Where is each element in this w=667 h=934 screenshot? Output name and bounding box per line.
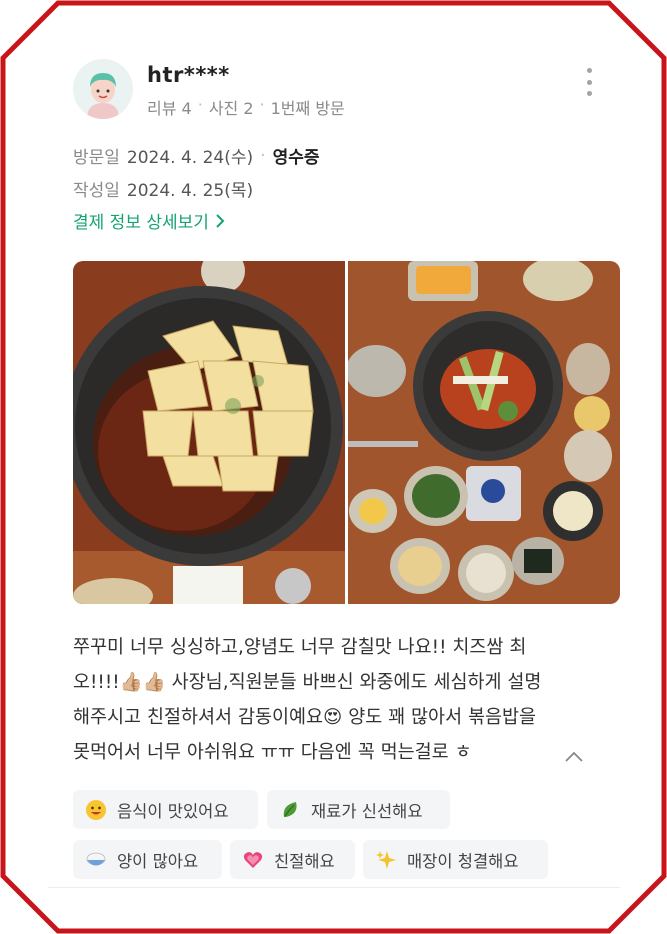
reviewer-name[interactable]: htr****: [147, 63, 230, 87]
review-line: 오!!!!👍🏼👍🏼 사장님,직원분들 바쁘신 와중에도 세심하게 설명: [73, 672, 542, 693]
tag-label: 음식이 맛있어요: [117, 801, 229, 821]
divider: [48, 887, 620, 888]
review-photo-1[interactable]: [73, 261, 345, 604]
tag-label: 양이 많아요: [117, 851, 199, 871]
reviewer-meta: 리뷰 4 · 사진 2 · 1번째 방문: [147, 95, 345, 119]
meta-separator: ·: [197, 95, 203, 114]
visit-label: 방문일: [73, 148, 120, 168]
tag-label: 매장이 청결해요: [407, 851, 519, 871]
more-dot-icon: [586, 68, 592, 73]
review-line: 못먹어서 너무 아쉬워요 ㅠㅠ 다음엔 꼭 먹는걸로 ㅎ: [73, 742, 472, 763]
more-dot-icon: [586, 91, 592, 96]
photo-count: 사진 2: [208, 99, 254, 118]
rice-bowl-icon: [86, 852, 106, 865]
review-body: 쭈꾸미 너무 싱싱하고,양념도 너무 감칠맛 나요!! 치즈쌈 최 오!!!!👍…: [73, 630, 583, 770]
collapse-button[interactable]: [562, 747, 586, 767]
more-dot-icon: [586, 79, 592, 85]
tag-label: 재료가 신선해요: [311, 801, 423, 821]
chevron-up-icon: [565, 751, 583, 762]
receipt-badge: 영수증: [272, 148, 320, 168]
payment-details-link[interactable]: 결제 정보 상세보기: [73, 208, 225, 233]
tag-label: 친절해요: [274, 851, 335, 871]
visit-separator: ·: [260, 145, 266, 166]
smile-emoji-icon: [86, 799, 106, 820]
leaf-icon: [283, 801, 297, 817]
tag-friendly: 친절해요: [230, 840, 355, 879]
heart-icon: [243, 851, 263, 868]
visit-date-row: 방문일 2024. 4. 24(수) · 영수증: [73, 143, 320, 169]
written-date-row: 작성일 2024. 4. 25(목): [73, 176, 253, 201]
written-label: 작성일: [73, 181, 120, 201]
review-photo-2[interactable]: [348, 261, 620, 604]
review-line: 쭈꾸미 너무 싱싱하고,양념도 너무 감칠맛 나요!! 치즈쌈 최: [73, 637, 527, 658]
written-date: 2024. 4. 25(목): [126, 181, 254, 201]
avatar[interactable]: [73, 59, 133, 119]
tag-fresh-ingredients: 재료가 신선해요: [267, 790, 450, 829]
visit-date: 2024. 4. 24(수): [126, 148, 254, 168]
visit-count: 1번째 방문: [270, 99, 345, 118]
tag-clean-store: 매장이 청결해요: [363, 840, 548, 879]
tag-large-portions: 양이 많아요: [73, 840, 222, 879]
more-options-button[interactable]: [580, 68, 598, 96]
sparkles-icon: [376, 850, 396, 869]
meta-separator: ·: [259, 95, 265, 114]
payment-details-label: 결제 정보 상세보기: [73, 213, 209, 233]
review-line: 해주시고 친절하셔서 감동이예요😍 양도 꽤 많아서 볶음밥을: [73, 707, 537, 728]
review-count: 리뷰 4: [147, 99, 192, 118]
tag-tasty-food: 음식이 맛있어요: [73, 790, 258, 829]
chevron-right-icon: [216, 213, 225, 228]
